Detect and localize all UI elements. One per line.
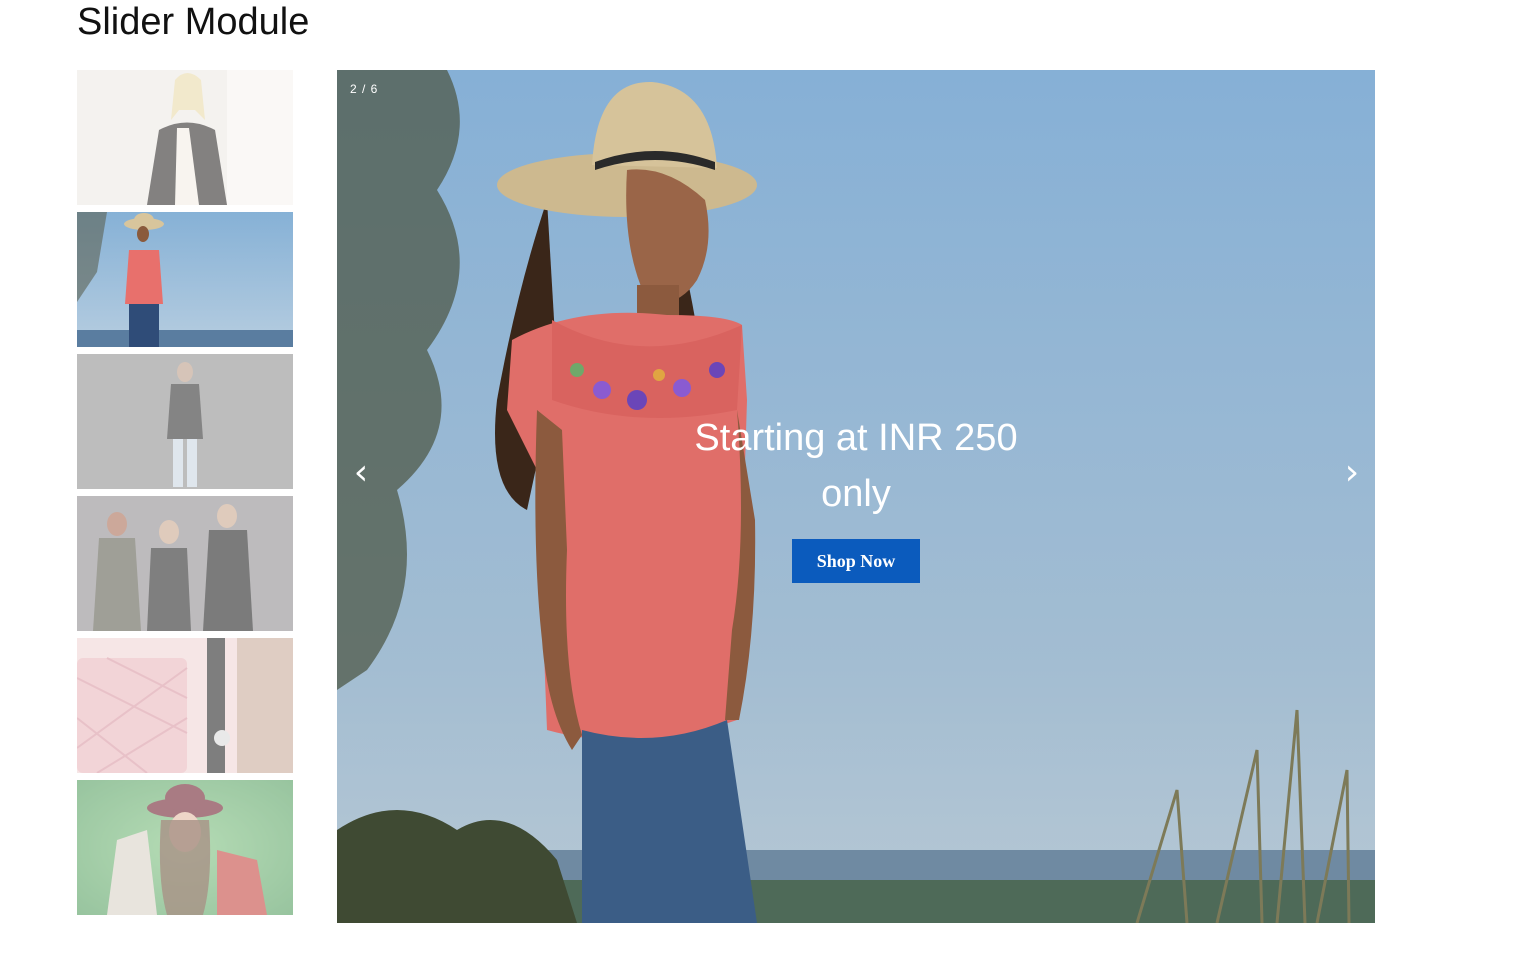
thumbnail-5[interactable]	[77, 638, 293, 773]
thumbnail-3[interactable]	[77, 354, 293, 489]
thumbnail-4[interactable]	[77, 496, 293, 631]
shop-now-button[interactable]: Shop Now	[792, 539, 920, 583]
next-slide-button[interactable]: ›	[1337, 448, 1367, 498]
slide-caption: Starting at INR 250 only	[694, 417, 1018, 515]
thumbnail-2[interactable]	[77, 212, 293, 347]
thumbnail-6[interactable]	[77, 780, 293, 915]
thumbnail-image-woman-hat-coral-top	[77, 212, 293, 347]
slide-counter: 2 / 6	[350, 82, 379, 96]
thumbnail-1[interactable]	[77, 70, 293, 205]
page-title: Slider Module	[77, 1, 310, 43]
main-slider: 2 / 6 Starting at INR 250 only Shop Now …	[337, 70, 1375, 923]
previous-slide-button[interactable]: ‹	[346, 448, 376, 498]
